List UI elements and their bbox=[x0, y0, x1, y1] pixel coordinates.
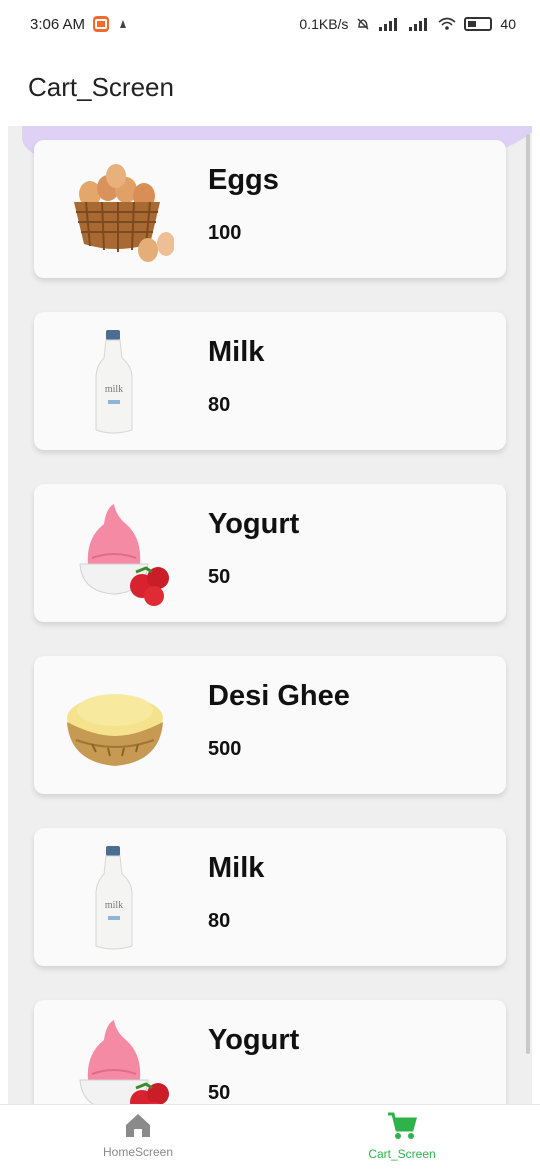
svg-text:milk: milk bbox=[105, 384, 123, 395]
scrollbar[interactable] bbox=[526, 134, 530, 1054]
page-title: Cart_Screen bbox=[28, 71, 174, 102]
item-price: 100 bbox=[208, 222, 242, 244]
mute-bell-icon bbox=[357, 18, 369, 30]
notification-app-icon bbox=[93, 16, 110, 32]
cart-item-card[interactable]: Eggs 100 bbox=[34, 140, 506, 278]
item-name: Eggs bbox=[208, 164, 279, 196]
home-icon bbox=[126, 1114, 150, 1137]
item-name: Milk bbox=[208, 852, 265, 884]
item-price: 50 bbox=[208, 566, 231, 588]
bottom-nav: HomeScreen Cart_Screen bbox=[0, 1104, 540, 1170]
item-name: Yogurt bbox=[208, 1024, 300, 1056]
app-bar: Cart_Screen bbox=[0, 48, 540, 126]
battery-level: 40 bbox=[500, 16, 516, 32]
cart-item-card[interactable]: milk Milk 80 bbox=[34, 828, 506, 966]
eggs-basket-image bbox=[74, 164, 174, 262]
item-price: 80 bbox=[208, 910, 231, 932]
cart-item-card[interactable]: milk Milk 80 bbox=[34, 312, 506, 450]
network-speed: 0.1KB/s bbox=[299, 16, 349, 32]
milk-bottle-image: milk bbox=[95, 846, 133, 950]
item-name: Yogurt bbox=[208, 508, 300, 540]
item-price: 80 bbox=[208, 394, 231, 416]
nav-label-home: HomeScreen bbox=[102, 1145, 174, 1159]
signal-icon-2 bbox=[409, 18, 428, 31]
milk-bottle-image: milk bbox=[95, 330, 133, 434]
signal-icon-1 bbox=[379, 18, 398, 31]
cart-item-card[interactable]: Yogurt 50 bbox=[34, 484, 506, 622]
wifi-icon bbox=[438, 17, 456, 30]
status-time: 3:06 AM bbox=[30, 15, 86, 33]
status-bar: 3:06 AM 0.1KB/s 40 bbox=[0, 0, 540, 48]
item-name: Milk bbox=[208, 336, 265, 368]
cart-list[interactable]: Eggs 100 milk Milk 80 Yogurt 50 Desi Ghe… bbox=[8, 126, 532, 1104]
ghee-bowl-image bbox=[67, 694, 163, 766]
cart-item-card[interactable]: Desi Ghee 500 bbox=[34, 656, 506, 794]
yogurt-strawberry-image bbox=[79, 1020, 169, 1104]
item-price: 500 bbox=[208, 738, 242, 760]
status-notification-icon bbox=[120, 20, 127, 28]
item-price: 50 bbox=[208, 1082, 231, 1104]
battery-icon bbox=[464, 17, 493, 31]
nav-item-cart[interactable]: Cart_Screen bbox=[302, 1111, 502, 1161]
item-name: Desi Ghee bbox=[208, 680, 350, 712]
svg-text:milk: milk bbox=[105, 900, 123, 911]
nav-label-cart: Cart_Screen bbox=[368, 1147, 436, 1161]
cart-item-card[interactable]: Yogurt 50 bbox=[34, 1000, 506, 1104]
yogurt-strawberry-image bbox=[79, 504, 169, 606]
nav-item-home[interactable]: HomeScreen bbox=[38, 1111, 238, 1159]
cart-icon bbox=[388, 1112, 417, 1139]
